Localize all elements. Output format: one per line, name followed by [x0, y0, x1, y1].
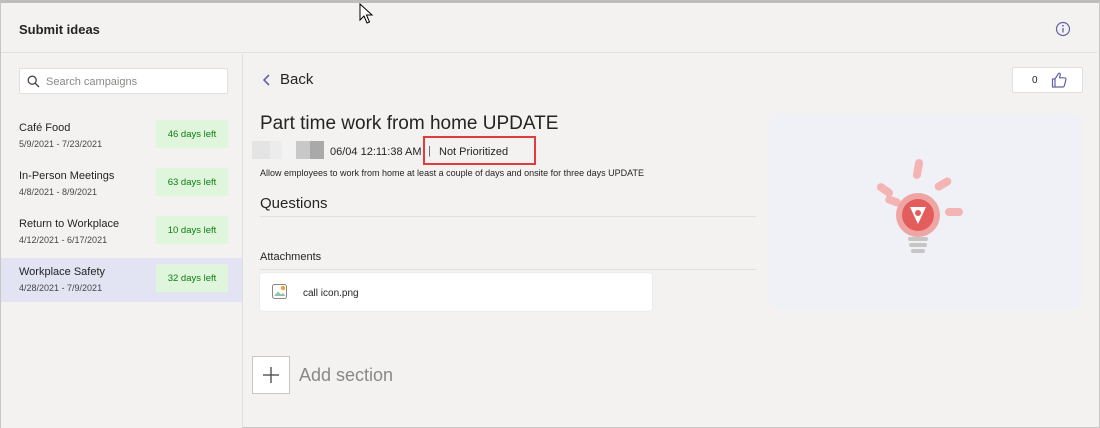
- days-left-badge: 32 days left: [156, 264, 228, 292]
- image-file-icon: [272, 284, 287, 299]
- divider: [260, 216, 756, 217]
- campaign-name: Workplace Safety: [19, 266, 106, 278]
- campaign-item-active[interactable]: Workplace Safety 4/28/2021 - 7/9/2021 32…: [1, 258, 242, 302]
- status-highlight-box: [423, 136, 536, 165]
- lightbulb-illustration-icon: [876, 159, 963, 253]
- divider: [260, 269, 756, 270]
- attachments-heading: Attachments: [260, 251, 322, 263]
- campaign-item[interactable]: Café Food 5/9/2021 - 7/23/2021 46 days l…: [1, 114, 242, 158]
- campaign-sidebar: Search campaigns Café Food 5/9/2021 - 7/…: [1, 54, 243, 428]
- idea-description: Allow employees to work from home at lea…: [260, 168, 645, 178]
- attachment-filename: call icon.png: [303, 288, 359, 299]
- search-placeholder: Search campaigns: [46, 76, 138, 88]
- questions-heading: Questions: [260, 195, 328, 212]
- back-button[interactable]: Back: [262, 71, 313, 88]
- campaign-name: Café Food: [19, 122, 71, 134]
- attachment-card[interactable]: call icon.png: [260, 273, 652, 311]
- app-title: Submit ideas: [19, 22, 100, 37]
- idea-title: Part time work from home UPDATE: [260, 113, 559, 134]
- add-section-label: Add section: [299, 364, 394, 385]
- info-icon[interactable]: [1055, 21, 1071, 37]
- like-count: 0: [1032, 75, 1038, 86]
- add-section-button[interactable]: Add section: [252, 356, 393, 394]
- top-bar: Submit ideas: [1, 3, 1097, 53]
- campaign-dates: 5/9/2021 - 7/23/2021: [19, 139, 103, 149]
- days-left-badge: 63 days left: [156, 168, 228, 196]
- campaign-item[interactable]: In-Person Meetings 4/8/2021 - 8/9/2021 6…: [1, 162, 242, 206]
- days-left-badge: 46 days left: [156, 120, 228, 148]
- idea-illustration-panel: [769, 113, 1082, 310]
- mouse-cursor-icon: [359, 3, 374, 24]
- campaign-item[interactable]: Return to Workplace 4/12/2021 - 6/17/202…: [1, 210, 242, 254]
- idea-detail-panel: Back 0 Part time work from home UPDATE 0…: [244, 54, 1097, 428]
- chevron-left-icon: [262, 73, 270, 86]
- search-icon: [27, 75, 40, 88]
- plus-icon: [263, 367, 279, 383]
- campaign-dates: 4/28/2021 - 7/9/2021: [19, 283, 103, 293]
- days-left-badge: 10 days left: [156, 216, 228, 244]
- add-section-plus[interactable]: [252, 356, 290, 394]
- campaign-name: In-Person Meetings: [19, 170, 115, 182]
- author-avatar-redacted: [252, 141, 324, 159]
- campaign-dates: 4/12/2021 - 6/17/2021: [19, 235, 108, 245]
- search-input[interactable]: Search campaigns: [19, 68, 228, 94]
- campaign-dates: 4/8/2021 - 8/9/2021: [19, 187, 98, 197]
- campaign-name: Return to Workplace: [19, 218, 120, 230]
- back-label: Back: [280, 71, 314, 88]
- thumbs-up-icon: [1051, 72, 1067, 88]
- app-window: Submit ideas Search campaigns Café Food …: [0, 0, 1100, 428]
- like-button[interactable]: 0: [1012, 67, 1083, 93]
- idea-timestamp: 06/04 12:11:38 AM: [330, 146, 422, 158]
